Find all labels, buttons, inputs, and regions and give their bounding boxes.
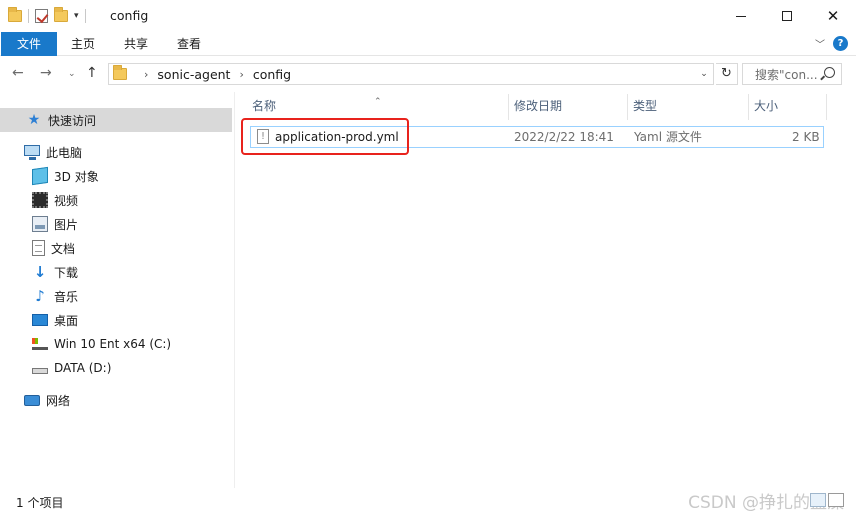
network-icon [24,394,40,406]
music-icon: ♪ [35,287,45,305]
file-modified: 2022/2/22 18:41 [514,130,614,144]
breadcrumb-chevron-icon[interactable]: › [144,68,148,81]
sidebar-item-label: 下载 [54,265,79,280]
sidebar-item-quick-access[interactable]: ★ 快速访问 [0,108,232,132]
item-count: 1 个项目 [16,496,64,510]
toolbar-separator [84,9,86,23]
new-folder-icon[interactable] [54,7,68,22]
picture-icon [32,216,48,232]
customize-toolbar-dropdown-icon[interactable]: ▾ [74,11,79,21]
tab-home[interactable]: 主页 [58,32,108,56]
sidebar-item-label: 此电脑 [46,145,83,160]
ribbon-tabs: 文件 主页 共享 查看 ﹀ ? [0,32,856,56]
desktop-icon [32,314,48,326]
search-input[interactable]: 搜索"con... [742,63,842,85]
file-size: 2 KB [792,130,820,144]
star-icon: ★ [27,112,41,128]
sort-ascending-icon: ⌃ [374,97,382,107]
sidebar-item-label: 图片 [54,217,79,232]
drive-d-icon [32,368,48,374]
up-arrow-icon[interactable]: ↑ [86,65,98,81]
address-bar[interactable]: › sonic-agent › config ⌄ [108,63,714,85]
folder-icon [113,65,127,80]
search-placeholder: 搜索"con... [755,67,818,82]
annotation-highlight-box [241,118,409,155]
download-icon: ↓ [33,263,47,281]
large-icons-view-button[interactable] [828,493,844,507]
sidebar-item-music[interactable]: ♪ 音乐 [0,284,78,308]
sidebar-item-this-pc[interactable]: 此电脑 [0,140,82,164]
maximize-button[interactable] [764,0,810,32]
sidebar-item-label: Win 10 Ent x64 (C:) [54,337,172,351]
column-label: 修改日期 [514,99,563,113]
column-header-size[interactable]: 大小 [738,92,818,120]
ribbon-controls: ﹀ ? [815,36,848,51]
column-header-name[interactable]: 名称 ⌃ [236,92,508,120]
back-arrow-icon[interactable]: ← [12,65,24,81]
computer-icon [24,144,40,160]
status-bar: 1 个项目 CSDN @挣扎的蓝藻 [0,488,856,514]
sidebar-item-label: 音乐 [54,289,79,304]
sidebar-item-downloads[interactable]: ↓ 下载 [0,260,78,284]
sidebar-item-drive-d[interactable]: DATA (D:) [0,356,111,380]
breadcrumb-config[interactable]: config [253,67,291,82]
column-header-type[interactable]: 类型 [617,92,737,120]
pane-divider[interactable] [234,92,235,488]
title-bar: ▾ config ✕ [0,0,856,32]
tab-view[interactable]: 查看 [164,32,214,56]
column-header-modified[interactable]: 修改日期 [498,92,618,120]
refresh-button[interactable]: ↻ [716,63,738,85]
tab-file[interactable]: 文件 [1,32,57,56]
tab-share[interactable]: 共享 [110,32,162,56]
expand-ribbon-icon[interactable]: ﹀ [815,36,825,51]
toolbar-separator [28,9,29,23]
sidebar-item-label: 网络 [46,393,71,408]
properties-icon[interactable] [35,9,48,23]
sidebar-item-label: 快速访问 [48,113,97,128]
sidebar-item-label: 文档 [51,241,76,256]
address-history-dropdown-icon[interactable]: ⌄ [697,67,711,81]
column-label: 名称 [252,99,277,113]
sidebar-item-documents[interactable]: 文档 [0,236,75,260]
folder-icon [8,7,22,22]
sidebar-item-label: 桌面 [54,313,79,328]
sidebar-item-label: DATA (D:) [54,361,112,375]
sidebar-item-label: 视频 [54,193,79,208]
close-button[interactable]: ✕ [810,0,856,32]
minimize-icon [736,15,746,17]
breadcrumb-sonic-agent[interactable]: sonic-agent [157,67,230,82]
drive-c-icon [32,338,48,350]
forward-arrow-icon[interactable]: → [40,65,52,81]
sidebar-item-pictures[interactable]: 图片 [0,212,78,236]
details-view-button[interactable] [810,493,826,507]
navigation-pane: ★ 快速访问 此电脑 3D 对象 视频 图片 文档 ↓ 下载 ♪ 音乐 桌面 W… [0,92,236,488]
document-icon [32,240,45,256]
minimize-button[interactable] [718,0,764,32]
column-label: 大小 [754,99,779,113]
sidebar-item-desktop[interactable]: 桌面 [0,308,78,332]
close-icon: ✕ [826,6,840,25]
3d-objects-icon [32,166,48,186]
maximize-icon [782,11,792,21]
address-row: ← → ⌄ ↑ › sonic-agent › config ⌄ ↻ 搜索"co… [0,57,856,91]
column-divider[interactable] [826,94,827,120]
quick-access-toolbar: ▾ [8,6,86,26]
video-icon [32,192,48,208]
sidebar-item-network[interactable]: 网络 [0,388,70,412]
sidebar-item-videos[interactable]: 视频 [0,188,78,212]
column-label: 类型 [633,99,658,113]
search-icon [824,67,835,78]
sidebar-item-3d-objects[interactable]: 3D 对象 [0,164,99,188]
sidebar-item-label: 3D 对象 [54,169,99,184]
recent-locations-dropdown-icon[interactable]: ⌄ [68,69,76,79]
file-type: Yaml 源文件 [634,130,702,144]
window-title: config [110,8,149,23]
breadcrumb-chevron-icon[interactable]: › [239,68,243,81]
help-icon[interactable]: ? [833,36,848,51]
refresh-icon: ↻ [721,66,732,81]
sidebar-item-drive-c[interactable]: Win 10 Ent x64 (C:) [0,332,171,356]
